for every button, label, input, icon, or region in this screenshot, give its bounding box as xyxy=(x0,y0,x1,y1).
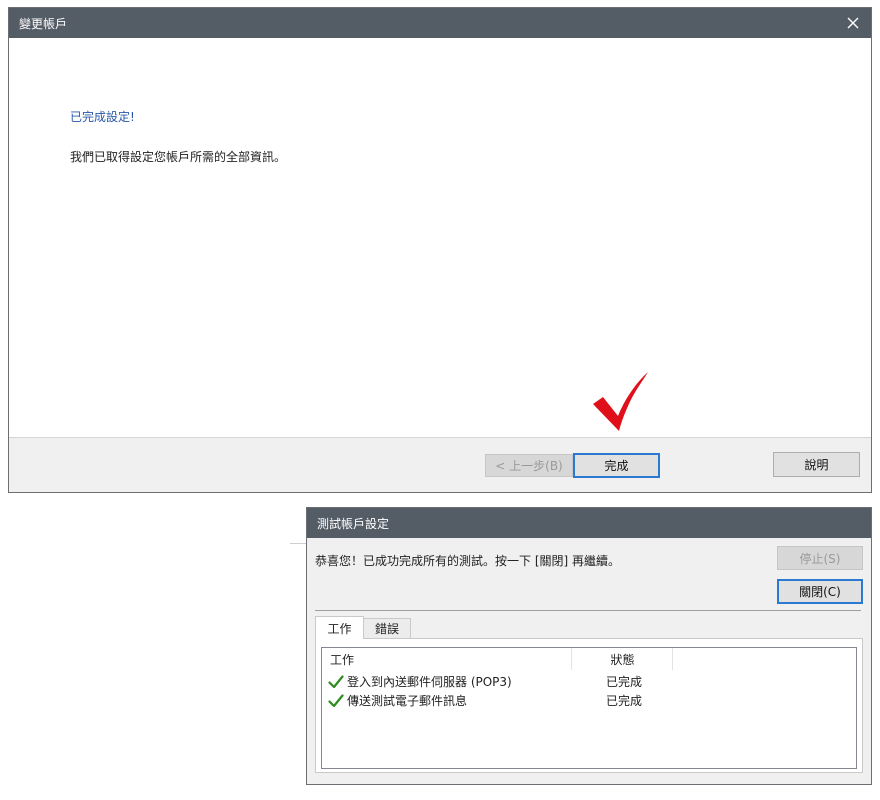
divider-line xyxy=(290,543,306,544)
separator xyxy=(315,610,861,611)
change-account-dialog: 變更帳戶 已完成設定! 我們已取得設定您帳戶所需的全部資訊。 < 上一步(B) … xyxy=(8,7,872,493)
test-result-message: 恭喜您！已成功完成所有的測試。按一下 [關閉] 再繼續。 xyxy=(315,554,620,568)
tab-tasks[interactable]: 工作 xyxy=(315,616,364,639)
task-status: 已完成 xyxy=(606,675,643,689)
dialog-title: 測試帳戶設定 xyxy=(317,516,390,531)
tab-errors[interactable]: 錯誤 xyxy=(363,618,411,639)
task-row: 登入到內送郵件伺服器 (POP3) 已完成 xyxy=(322,672,856,691)
tab-panel: 工作 狀態 登入到內送郵件伺服器 (POP3) 已完成 傳送測試電子郵件訊息 已… xyxy=(315,638,863,773)
stop-button[interactable]: 停止(S) xyxy=(777,546,863,570)
dialog-footer: < 上一步(B) 完成 說明 xyxy=(9,437,871,492)
task-label: 傳送測試電子郵件訊息 xyxy=(347,694,468,708)
column-header-task[interactable]: 工作 xyxy=(322,648,572,670)
back-button[interactable]: < 上一步(B) xyxy=(485,454,573,477)
task-status: 已完成 xyxy=(606,694,643,708)
close-icon xyxy=(847,17,859,29)
close-button[interactable] xyxy=(841,11,865,35)
red-checkmark-icon xyxy=(593,372,648,431)
green-check-icon xyxy=(328,674,344,688)
dialog-title: 變更帳戶 xyxy=(19,16,68,31)
title-bar: 測試帳戶設定 xyxy=(307,508,871,538)
setup-complete-message: 我們已取得設定您帳戶所需的全部資訊。 xyxy=(70,150,287,164)
test-account-settings-dialog: 測試帳戶設定 恭喜您！已成功完成所有的測試。按一下 [關閉] 再繼續。 停止(S… xyxy=(306,507,872,785)
task-list[interactable]: 工作 狀態 登入到內送郵件伺服器 (POP3) 已完成 傳送測試電子郵件訊息 已… xyxy=(321,647,857,769)
setup-complete-heading: 已完成設定! xyxy=(70,110,135,124)
task-label: 登入到內送郵件伺服器 (POP3) xyxy=(347,675,512,689)
close-dialog-button[interactable]: 關閉(C) xyxy=(777,579,863,604)
task-row: 傳送測試電子郵件訊息 已完成 xyxy=(322,691,856,710)
title-bar: 變更帳戶 xyxy=(9,8,871,38)
finish-button[interactable]: 完成 xyxy=(573,453,660,478)
green-check-icon xyxy=(328,693,344,707)
column-header-status[interactable]: 狀態 xyxy=(573,648,673,670)
help-button[interactable]: 說明 xyxy=(773,452,860,477)
